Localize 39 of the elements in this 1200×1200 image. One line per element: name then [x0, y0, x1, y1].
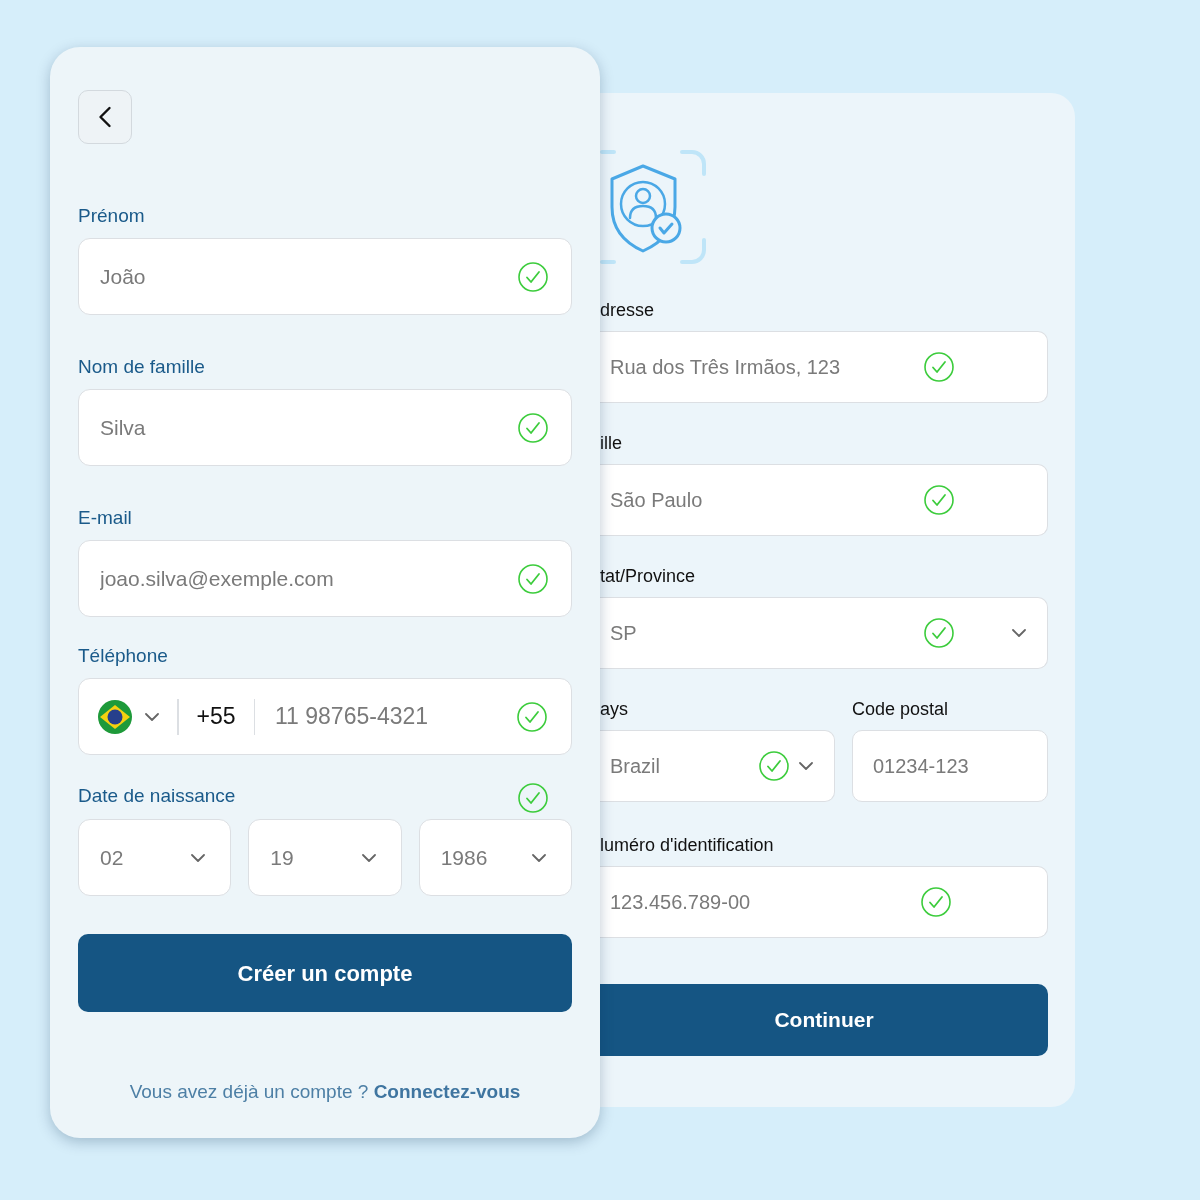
select-field[interactable]: 02 — [78, 819, 232, 896]
continue-button[interactable]: Continuer — [600, 984, 1048, 1056]
select-field[interactable]: 19 — [248, 819, 402, 896]
chevron-down-icon — [191, 853, 206, 862]
field-label: Code postal — [852, 699, 950, 720]
text-field[interactable]: joao.silva@exemple.com — [78, 540, 572, 617]
login-link[interactable]: Connectez-vous — [373, 1081, 521, 1102]
select-field[interactable]: 1986 — [418, 819, 572, 896]
field-label: Téléphone — [78, 645, 168, 667]
chevron-left-icon — [98, 106, 112, 128]
phone-number-input[interactable]: 11 98765-4321 — [273, 698, 517, 735]
field-label: ille — [600, 433, 623, 454]
field-label: Nom de famille — [78, 356, 205, 378]
text-field[interactable]: 01234-123 — [852, 730, 1048, 802]
country-code: +55 — [196, 702, 236, 732]
chevron-down-icon — [799, 762, 813, 770]
field-label: Date de naissance — [78, 784, 236, 807]
text-field[interactable]: Silva — [78, 389, 572, 466]
text-field[interactable]: João — [78, 238, 572, 315]
select-field[interactable]: Brazil — [600, 730, 835, 802]
select-field[interactable]: SP — [600, 597, 1048, 669]
chevron-down-icon — [361, 853, 376, 862]
chevron-down-icon — [1012, 629, 1026, 637]
chevron-down-icon — [145, 712, 159, 721]
text-field[interactable]: Rua dos Três Irmãos, 123 — [600, 331, 1048, 403]
field-label: ays — [600, 699, 629, 720]
field-label: luméro d'identification — [600, 835, 775, 856]
flag-icon — [97, 698, 133, 735]
back-button[interactable] — [78, 90, 132, 144]
field-label: E-mail — [78, 507, 132, 529]
login-prompt-text: Vous avez déjà un compte ? Connectez-vous — [128, 1080, 522, 1104]
chevron-down-icon — [532, 853, 546, 862]
field-label: tat/Province — [600, 566, 697, 587]
phone-field[interactable]: +55 11 98765-4321 — [78, 678, 572, 755]
create-account-button[interactable]: Créer un compte — [78, 934, 572, 1012]
text-field[interactable]: São Paulo — [600, 464, 1048, 536]
text-field[interactable]: 123.456.789-00 — [600, 866, 1048, 938]
field-label: dresse — [600, 300, 656, 321]
field-label: Prénom — [78, 205, 145, 227]
